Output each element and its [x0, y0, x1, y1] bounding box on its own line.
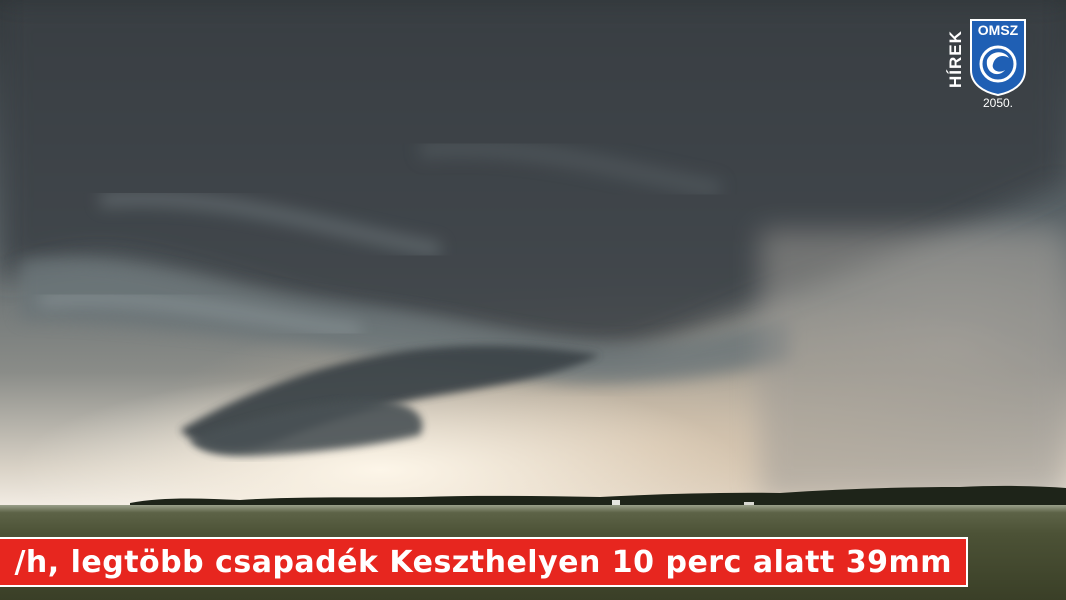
- ticker-text: /h, legtöbb csapadék Keszthelyen 10 perc…: [14, 545, 952, 580]
- omsz-logo: HÍREK OMSZ 2050.: [946, 18, 1028, 114]
- storm-scene: [0, 0, 1066, 600]
- logo-title: OMSZ: [977, 22, 1019, 38]
- news-ticker: /h, legtöbb csapadék Keszthelyen 10 perc…: [0, 537, 968, 587]
- logo-side-text: HÍREK: [946, 30, 965, 88]
- logo-year: 2050.: [982, 96, 1014, 110]
